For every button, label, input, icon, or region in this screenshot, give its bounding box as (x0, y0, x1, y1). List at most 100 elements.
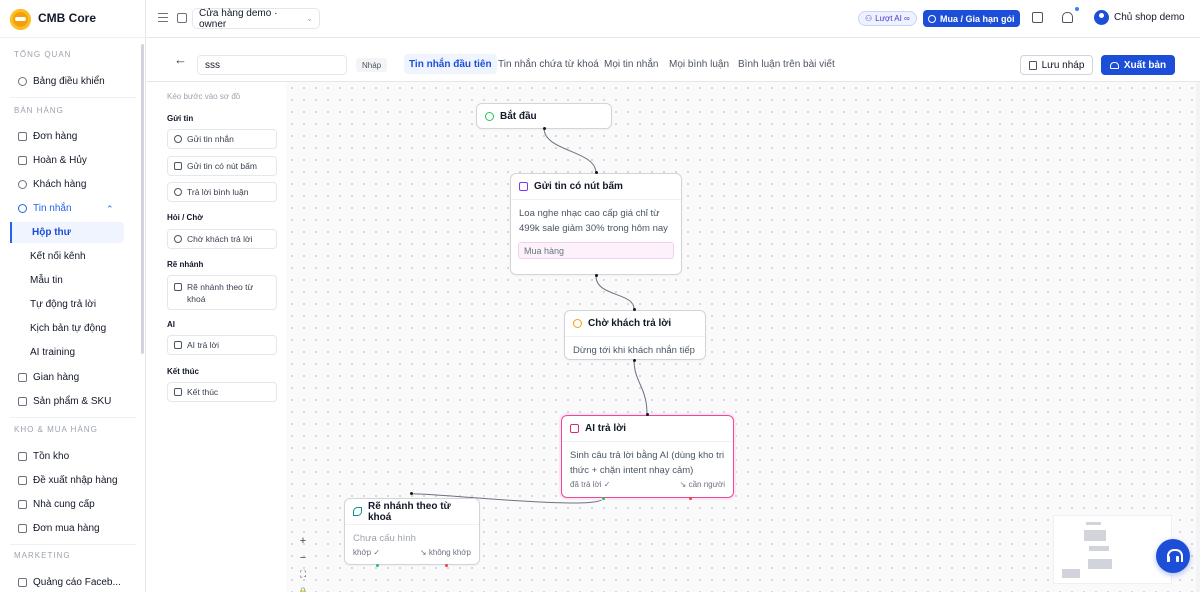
sidebar-item-products[interactable]: Sản phẩm & SKU (18, 392, 111, 410)
node-button-chip[interactable]: Mua hàng (518, 242, 674, 259)
brand[interactable]: CMB Core (0, 0, 146, 38)
brand-logo-icon (10, 9, 31, 30)
sidebar-item-stock[interactable]: Tồn kho (18, 447, 69, 465)
flow-editor-header: ← Nháp Tin nhắn đầu tiên Tin nhắn chứa t… (146, 38, 1200, 82)
branch-icon (353, 507, 362, 516)
sidebar-item-orders[interactable]: Đơn hàng (18, 127, 77, 145)
node-port[interactable] (646, 413, 649, 416)
ai-chip-icon (174, 341, 182, 349)
node-port[interactable] (595, 171, 598, 174)
node-port-failure[interactable] (689, 497, 692, 500)
save-icon (1028, 60, 1037, 70)
sidebar-subitem-ai-training[interactable]: AI training (30, 343, 75, 361)
tab-keyword-message[interactable]: Tin nhắn chứa từ khoá (493, 54, 604, 74)
node-port[interactable] (595, 274, 598, 277)
clipboard-icon (18, 475, 27, 485)
box-icon (18, 396, 27, 406)
palette-item-send-buttons[interactable]: Gửi tin có nút bấm (167, 156, 277, 176)
apps-icon[interactable] (1032, 12, 1043, 23)
sidebar-scrollbar[interactable] (141, 44, 144, 354)
sidebar-subitem-templates[interactable]: Mẫu tin (30, 271, 63, 289)
sidebar-item-dashboard[interactable]: Bảng điều khiển (18, 72, 105, 90)
palette-item-ai-reply[interactable]: AI trả lời (167, 335, 277, 355)
ai-chip-icon (570, 424, 579, 433)
node-description: Sinh câu trả lời bằng AI (dùng kho tri t… (570, 450, 725, 476)
node-port[interactable] (633, 308, 636, 311)
section-title-sales: BÁN HÀNG (14, 106, 64, 115)
node-keyword-branch[interactable]: Rẽ nhánh theo từ khoá Chưa cấu hình khớp… (344, 498, 480, 565)
sidebar-item-purchase-orders[interactable]: Đơn mua hàng (18, 519, 100, 537)
chevron-up-icon[interactable]: ⌃ (106, 204, 114, 215)
palette-group-title: Kết thúc (167, 367, 199, 376)
sidebar-divider (10, 417, 136, 418)
node-port-success[interactable] (376, 564, 379, 567)
section-title-inventory: KHO & MUA HÀNG (14, 425, 98, 434)
sidebar-item-messages[interactable]: Tin nhắn (18, 199, 72, 217)
flow-canvas[interactable]: Bắt đầu Gửi tin có nút bấm Loa nghe nhạc… (286, 82, 1200, 592)
lock-icon[interactable]: 🔒 (298, 583, 308, 592)
canvas-scrollbar[interactable] (1196, 82, 1200, 592)
bag-icon (18, 131, 27, 141)
publish-button[interactable]: Xuất bản (1101, 55, 1175, 75)
grid-icon (174, 162, 182, 170)
palette-item-keyword-branch[interactable]: Rẽ nhánh theo từ khoá (167, 275, 277, 310)
sidebar-subitem-channels[interactable]: Kết nối kênh (30, 247, 86, 265)
port-label-needs-human: ↘ cần người (679, 480, 725, 489)
top-bar: Cửa hàng demo · owner ⌄ ⚇ Lượt AI ∞ Mua … (146, 0, 1200, 38)
bell-icon[interactable] (1062, 12, 1073, 23)
sidebar-item-purchase-suggestions[interactable]: Đề xuất nhập hàng (18, 471, 118, 489)
palette-group-title: Hỏi / Chờ (167, 213, 203, 222)
node-port[interactable] (410, 492, 413, 495)
sidebar-item-stores[interactable]: Gian hàng (18, 368, 79, 386)
minimap-node (1086, 522, 1101, 525)
fit-view-button[interactable]: ⛶ (300, 566, 306, 583)
tab-all-messages[interactable]: Mọi tin nhắn (599, 54, 663, 74)
user-name[interactable]: Chủ shop demo (1114, 12, 1185, 23)
palette-item-send-message[interactable]: Gửi tin nhắn (167, 129, 277, 149)
sidebar-item-suppliers[interactable]: Nhà cung cấp (18, 495, 95, 513)
avatar[interactable] (1094, 10, 1109, 25)
clock-icon (573, 319, 582, 328)
node-send-buttons[interactable]: Gửi tin có nút bấm Loa nghe nhạc cao cấp… (510, 173, 682, 275)
store-icon (177, 13, 187, 23)
palette-group-title: Rẽ nhánh (167, 260, 204, 269)
sidebar-item-customers[interactable]: Khách hàng (18, 175, 86, 193)
notification-dot (1075, 7, 1079, 11)
node-ai-reply[interactable]: AI trả lời Sinh câu trả lời bằng AI (dùn… (561, 415, 734, 498)
tab-post-comments[interactable]: Bình luận trên bài viết (733, 54, 840, 74)
node-title: Chờ khách trả lời (588, 318, 672, 329)
palette-item-wait-reply[interactable]: Chờ khách trả lời (167, 229, 277, 249)
zoom-in-button[interactable]: + (300, 532, 306, 549)
save-draft-button[interactable]: Lưu nháp (1020, 55, 1093, 75)
upgrade-button[interactable]: Mua / Gia hạn gói (923, 10, 1020, 27)
flow-name-input[interactable] (197, 55, 347, 75)
tab-first-message[interactable]: Tin nhắn đầu tiên (404, 54, 497, 74)
palette-item-reply-comment[interactable]: Trả lời bình luận (167, 182, 277, 202)
tab-all-comments[interactable]: Mọi bình luận (664, 54, 734, 74)
node-port-success[interactable] (602, 497, 605, 500)
node-port[interactable] (633, 359, 636, 362)
store-selector[interactable]: Cửa hàng demo · owner ⌄ (192, 8, 320, 30)
minimap[interactable] (1053, 515, 1172, 584)
zoom-out-button[interactable]: − (300, 549, 306, 566)
store-icon (18, 372, 27, 382)
sidebar-subitem-auto-reply[interactable]: Tự động trả lời (30, 295, 96, 313)
menu-toggle-icon[interactable] (158, 13, 168, 22)
inventory-icon (18, 451, 27, 461)
ai-quota-badge[interactable]: ⚇ Lượt AI ∞ (858, 11, 917, 26)
sidebar-subitem-automation[interactable]: Kịch bản tự động (30, 319, 106, 337)
play-icon (485, 111, 494, 121)
node-title: Gửi tin có nút bấm (534, 181, 623, 192)
support-chat-button[interactable] (1156, 539, 1190, 573)
node-start[interactable]: Bắt đầu (476, 103, 612, 129)
node-port-failure[interactable] (445, 564, 448, 567)
sidebar-item-facebook-ads[interactable]: Quảng cáo Faceb... (18, 573, 121, 591)
back-arrow-icon[interactable]: ← (174, 52, 187, 67)
palette-item-end[interactable]: Kết thúc (167, 382, 277, 402)
node-wait-reply[interactable]: Chờ khách trả lời Dừng tới khi khách nhắ… (564, 310, 706, 360)
sidebar-item-returns[interactable]: Hoàn & Hủy (18, 151, 87, 169)
step-palette: Kéo bước vào sơ đồ Gửi tin Gửi tin nhắn … (162, 86, 282, 592)
sidebar-subitem-inbox[interactable]: Hộp thư (10, 222, 124, 243)
chat-icon (18, 203, 27, 213)
node-port[interactable] (543, 127, 546, 130)
